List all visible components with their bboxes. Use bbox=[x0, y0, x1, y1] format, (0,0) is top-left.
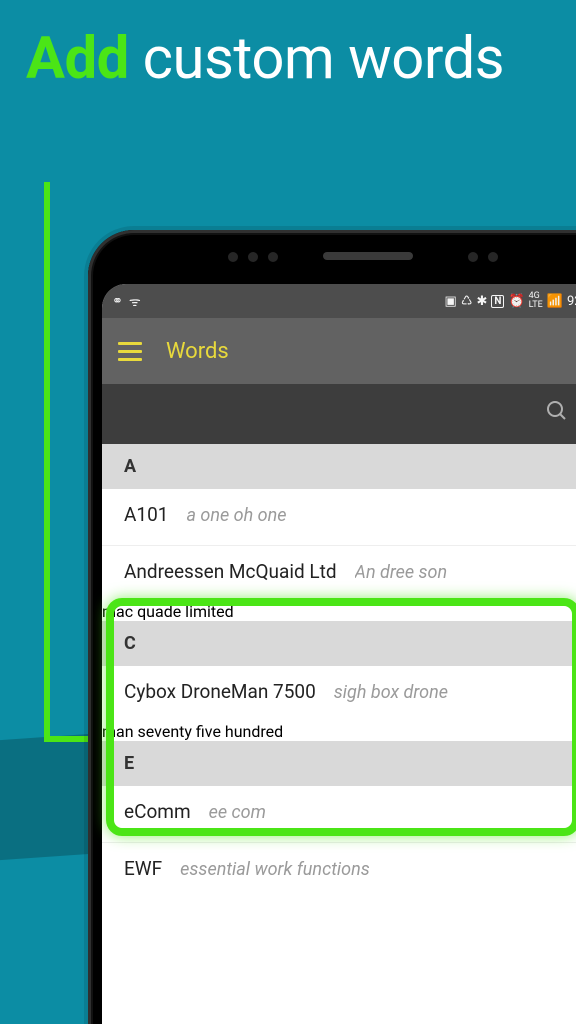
phonetic-text: essential work functions bbox=[180, 859, 370, 880]
nfc-icon: N bbox=[491, 295, 504, 308]
status-bar: ⚭ ᯤ ▣ ♺ ✱ N ⏰ 4GLTE 📶 92% ▮ 1:3 bbox=[102, 284, 576, 318]
cast-icon: ᯤ bbox=[129, 292, 141, 310]
phonetic-text: An dree son bbox=[355, 562, 448, 583]
promo-headline: Add custom words bbox=[26, 28, 504, 92]
phone-sensor bbox=[268, 252, 278, 262]
phone-sensor bbox=[248, 252, 258, 262]
phone-sensor bbox=[228, 252, 238, 262]
menu-icon[interactable] bbox=[118, 342, 142, 361]
section-header-e: E bbox=[102, 741, 576, 786]
bluetooth-icon: ✱ bbox=[476, 294, 487, 309]
phone-frame: ⚭ ᯤ ▣ ♺ ✱ N ⏰ 4GLTE 📶 92% ▮ 1:3 Words ? bbox=[88, 230, 576, 1024]
app-bar: Words ? bbox=[102, 318, 576, 384]
phonetic-text: a one oh one bbox=[186, 505, 286, 526]
phonetic-text: sigh box drone bbox=[334, 682, 448, 703]
battery-pct: 92% bbox=[567, 294, 576, 309]
phone-sensor bbox=[488, 252, 498, 262]
list-item[interactable]: A101 a one oh one bbox=[102, 489, 576, 545]
list-item[interactable]: EWF essential work functions bbox=[102, 843, 576, 899]
list-item[interactable]: Andreessen McQuaid Ltd An dree son bbox=[102, 546, 576, 602]
list-item[interactable]: eComm ee com bbox=[102, 786, 576, 842]
search-icon[interactable] bbox=[545, 399, 569, 429]
alarm-icon: ⏰ bbox=[508, 294, 524, 309]
word-text: A101 bbox=[124, 503, 168, 526]
word-text: Cybox DroneMan 7500 bbox=[124, 680, 316, 703]
word-text: Andreessen McQuaid Ltd bbox=[124, 560, 337, 583]
voicemail-icon: ⚭ bbox=[112, 294, 123, 309]
signal-icon: 📶 bbox=[547, 294, 563, 309]
headline-rest: custom words bbox=[129, 25, 504, 93]
callout-pointer-vertical bbox=[44, 182, 50, 742]
section-header-a: A bbox=[102, 444, 576, 489]
phonetic-text-cont: man seventy five hundred bbox=[102, 722, 576, 741]
phonetic-text: ee com bbox=[209, 802, 266, 823]
phone-earpiece bbox=[323, 252, 413, 260]
phonetic-text-cont: mac quade limited bbox=[102, 602, 576, 621]
section-header-c: C bbox=[102, 621, 576, 666]
word-text: EWF bbox=[124, 857, 162, 880]
list-item[interactable]: Cybox DroneMan 7500 sigh box drone bbox=[102, 666, 576, 722]
recycle-icon: ♺ bbox=[461, 294, 473, 309]
data-icon: 4GLTE bbox=[529, 292, 543, 310]
battery-saver-icon: ▣ bbox=[445, 294, 457, 309]
page-title: Words bbox=[166, 339, 229, 364]
action-bar: + bbox=[102, 384, 576, 444]
headline-accent: Add bbox=[26, 25, 129, 93]
word-text: eComm bbox=[124, 800, 191, 823]
phone-sensor bbox=[468, 252, 478, 262]
phone-screen: ⚭ ᯤ ▣ ♺ ✱ N ⏰ 4GLTE 📶 92% ▮ 1:3 Words ? bbox=[102, 284, 576, 1024]
